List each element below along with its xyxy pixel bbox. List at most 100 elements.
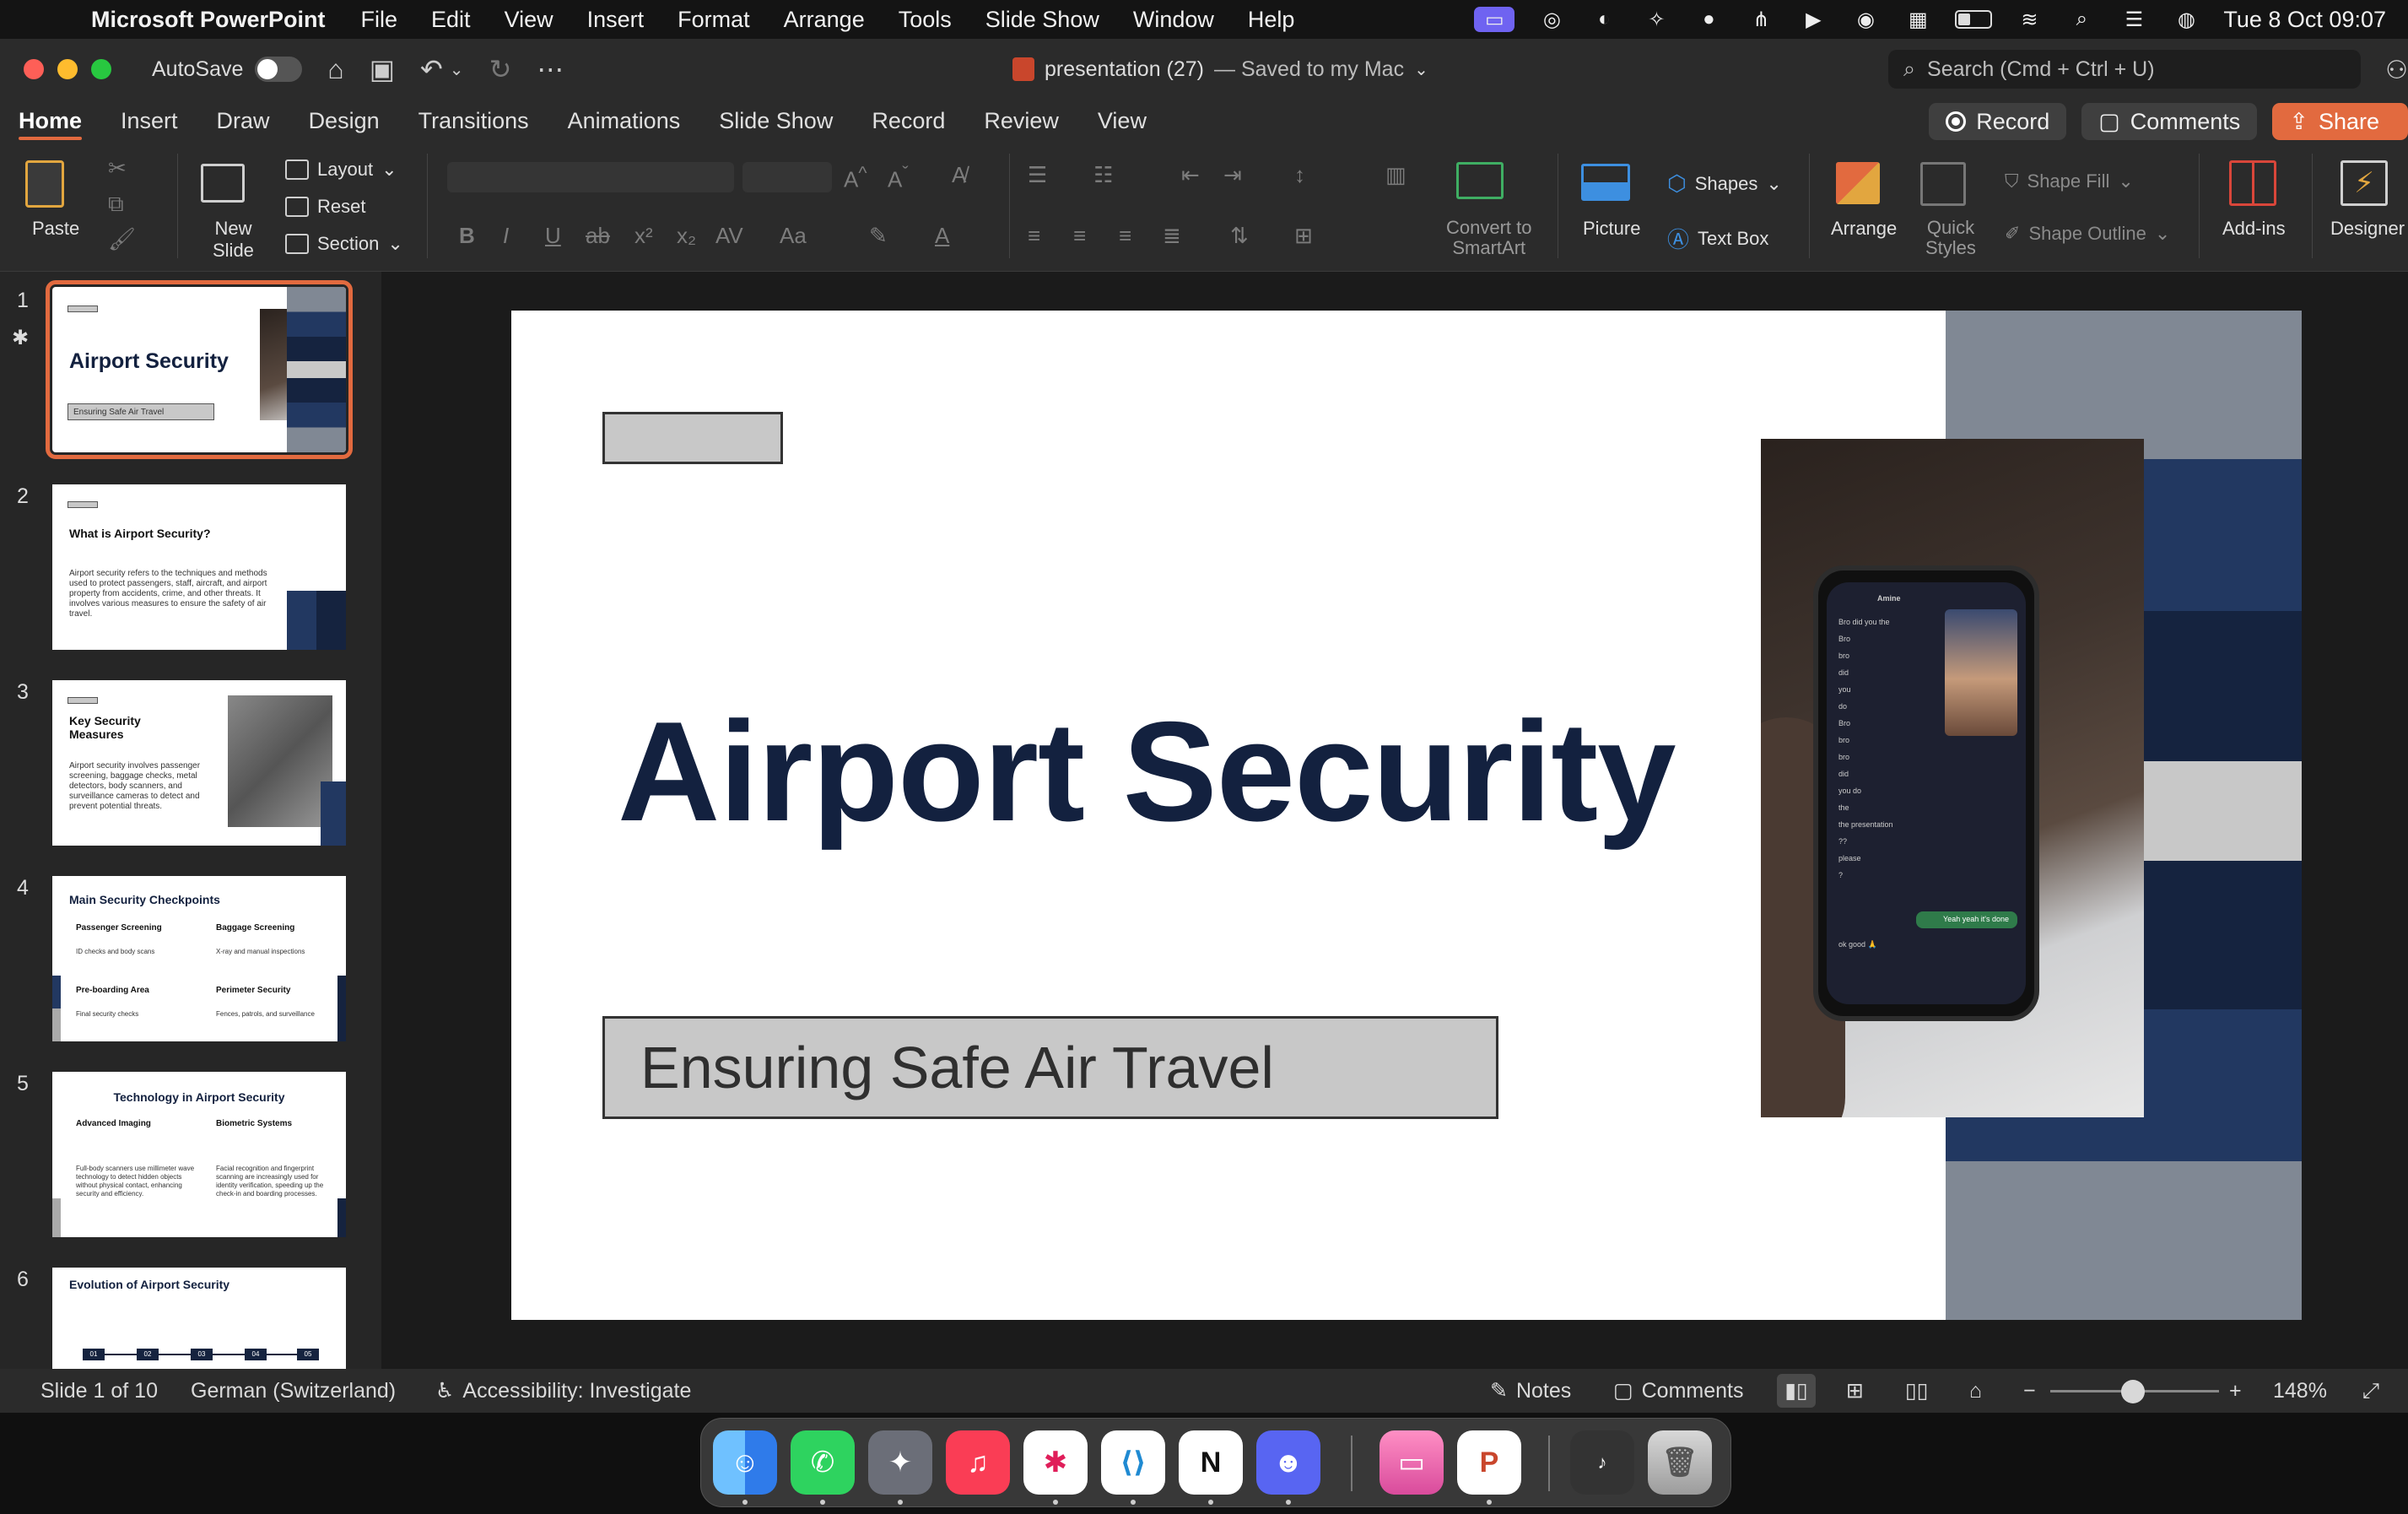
columns-icon[interactable]: ▥ <box>1385 162 1406 188</box>
slide-title[interactable]: Airport Security <box>618 690 1676 853</box>
keyboard-icon[interactable]: ▦ <box>1903 7 1933 32</box>
minimize-window-button[interactable] <box>57 59 78 79</box>
change-case-icon[interactable]: Aa <box>780 223 807 249</box>
align-left-icon[interactable]: ≡ <box>1028 223 1040 249</box>
new-slide-label[interactable]: New Slide <box>213 218 254 262</box>
comments-button[interactable]: ▢ Comments <box>2081 103 2258 140</box>
undo-dropdown-chevron-icon[interactable]: ⌄ <box>450 59 464 80</box>
tab-review[interactable]: Review <box>984 100 1059 142</box>
slide-photo-phone[interactable]: Amine Bro did you the Bro bro did you do… <box>1761 439 2144 1117</box>
thumbnail-slide-5[interactable]: Technology in Airport Security Advanced … <box>52 1072 346 1237</box>
menu-arrange[interactable]: Arrange <box>784 7 865 33</box>
menu-view[interactable]: View <box>505 7 553 33</box>
search-box[interactable]: ⌕ Search (Cmd + Ctrl + U) <box>1888 50 2361 89</box>
record-button[interactable]: Record <box>1929 103 2067 140</box>
siri-icon[interactable]: ◍ <box>2171 7 2201 32</box>
shapes-button[interactable]: ⬡ Shapes ⌄ <box>1667 170 1782 197</box>
redo-icon[interactable]: ↻ <box>489 53 512 85</box>
italic-icon[interactable]: I <box>503 223 509 249</box>
recording-indicator-icon[interactable]: ● <box>1693 7 1724 32</box>
menu-tools[interactable]: Tools <box>899 7 952 33</box>
arrange-icon[interactable] <box>1836 162 1880 204</box>
creative-cloud-icon[interactable]: ◎ <box>1536 7 1567 32</box>
designer-icon[interactable]: ⚡ <box>2341 160 2388 206</box>
account-icon[interactable]: ⚇ <box>2385 56 2408 85</box>
numbering-icon[interactable]: ☷ <box>1093 162 1113 188</box>
slide-show-view-icon[interactable]: ⌂ <box>1969 1369 1982 1413</box>
zoom-level[interactable]: 148% <box>2273 1369 2327 1413</box>
fit-to-window-icon[interactable]: ⤢ <box>2362 1369 2379 1413</box>
whatsapp-icon[interactable]: ✆ <box>791 1430 855 1495</box>
slide-thumbnails-pane[interactable]: 1 ✱ Airport Security Ensuring Safe Air T… <box>0 272 381 1369</box>
airpods-icon[interactable]: ⋔ <box>1746 7 1776 32</box>
text-direction-icon[interactable]: ⇅ <box>1230 223 1249 249</box>
undo-icon[interactable]: ↶ <box>420 53 443 85</box>
cut-icon[interactable]: ✂ <box>108 155 127 181</box>
music-widget-icon[interactable]: ♪ <box>1570 1430 1634 1495</box>
normal-view-icon[interactable]: ▮▯ <box>1777 1374 1816 1408</box>
thumbnail-slide-1[interactable]: Airport Security Ensuring Safe Air Trave… <box>46 280 353 459</box>
picture-icon[interactable] <box>1581 164 1630 201</box>
color-block-gray[interactable] <box>1946 311 2302 459</box>
tab-transitions[interactable]: Transitions <box>418 100 529 142</box>
paste-icon[interactable] <box>25 160 64 208</box>
underline-icon[interactable]: U <box>545 223 561 249</box>
quick-styles-icon[interactable] <box>1920 162 1966 206</box>
strikethrough-icon[interactable]: ab <box>586 223 610 249</box>
align-center-icon[interactable]: ≡ <box>1073 223 1086 249</box>
font-size-dropdown[interactable] <box>742 162 832 192</box>
reading-view-icon[interactable]: ▯▯ <box>1905 1369 1929 1413</box>
vpn-icon[interactable]: ◉ <box>1850 7 1881 32</box>
screen-share-icon[interactable]: ▭ <box>1474 7 1515 32</box>
fullscreen-window-button[interactable] <box>91 59 111 79</box>
highlight-icon[interactable]: ✎ <box>869 223 888 249</box>
spotlight-search-icon[interactable]: ⌕ <box>2066 7 2097 32</box>
quick-styles-label[interactable]: Quick Styles <box>1925 218 1976 258</box>
slide-small-rectangle-shape[interactable] <box>602 412 783 464</box>
tab-draw[interactable]: Draw <box>217 100 270 142</box>
character-spacing-icon[interactable]: AV <box>715 223 743 249</box>
status-comments-button[interactable]: ▢ Comments <box>1613 1369 1744 1413</box>
zoom-out-button[interactable]: − <box>2023 1369 2036 1413</box>
align-right-icon[interactable]: ≡ <box>1119 223 1131 249</box>
menu-help[interactable]: Help <box>1248 7 1295 33</box>
color-block-gray[interactable] <box>1946 1161 2302 1320</box>
tab-view[interactable]: View <box>1098 100 1147 142</box>
convert-to-smartart-label[interactable]: Convert to SmartArt <box>1446 218 1532 258</box>
paste-button-label[interactable]: Paste <box>32 218 79 240</box>
slide-sorter-view-icon[interactable]: ⊞ <box>1846 1369 1864 1413</box>
increase-indent-icon[interactable]: ⇥ <box>1223 162 1242 188</box>
clear-formatting-icon[interactable]: A̸ <box>952 162 966 188</box>
copy-icon[interactable]: ⧉ <box>108 191 124 218</box>
increase-font-size-icon[interactable]: A^ <box>844 162 867 193</box>
menu-file[interactable]: File <box>361 7 398 33</box>
smartart-icon[interactable] <box>1456 162 1504 199</box>
line-spacing-icon[interactable]: ↕ <box>1294 162 1305 188</box>
sketch-icon[interactable]: ◐ <box>1589 7 1619 32</box>
trash-icon[interactable]: 🗑 <box>1648 1430 1712 1495</box>
bold-icon[interactable]: B <box>459 223 475 249</box>
slide-canvas[interactable]: Airport Security Ensuring Safe Air Trave… <box>511 311 2302 1320</box>
slack-icon[interactable]: ✱ <box>1023 1430 1088 1495</box>
more-commands-icon[interactable]: ⋯ <box>537 53 564 85</box>
font-color-icon[interactable]: A <box>935 223 949 249</box>
language-indicator[interactable]: German (Switzerland) <box>191 1369 396 1413</box>
superscript-icon[interactable]: x² <box>634 223 653 249</box>
subscript-icon[interactable]: x₂ <box>677 223 696 249</box>
format-painter-icon[interactable]: 🖌 <box>108 226 136 252</box>
new-slide-icon[interactable] <box>201 164 245 203</box>
align-text-icon[interactable]: ⊞ <box>1294 223 1313 249</box>
music-icon[interactable]: ♫ <box>946 1430 1010 1495</box>
control-center-icon[interactable]: ☰ <box>2119 7 2149 32</box>
tab-home[interactable]: Home <box>19 100 83 142</box>
thumbnail-slide-3[interactable]: Key Security Measures Airport security i… <box>52 680 346 846</box>
home-icon[interactable]: ⌂ <box>327 54 343 85</box>
bullets-icon[interactable]: ☰ <box>1028 162 1047 188</box>
justify-icon[interactable]: ≣ <box>1163 223 1181 249</box>
thumbnail-slide-2[interactable]: What is Airport Security? Airport securi… <box>52 484 346 650</box>
thumbnail-slide-4[interactable]: Main Security Checkpoints Passenger Scre… <box>52 876 346 1041</box>
menu-edit[interactable]: Edit <box>431 7 471 33</box>
tab-record[interactable]: Record <box>872 100 945 142</box>
vscode-icon[interactable]: ⟨⟩ <box>1101 1430 1165 1495</box>
zoom-in-button[interactable]: + <box>2229 1369 2242 1413</box>
